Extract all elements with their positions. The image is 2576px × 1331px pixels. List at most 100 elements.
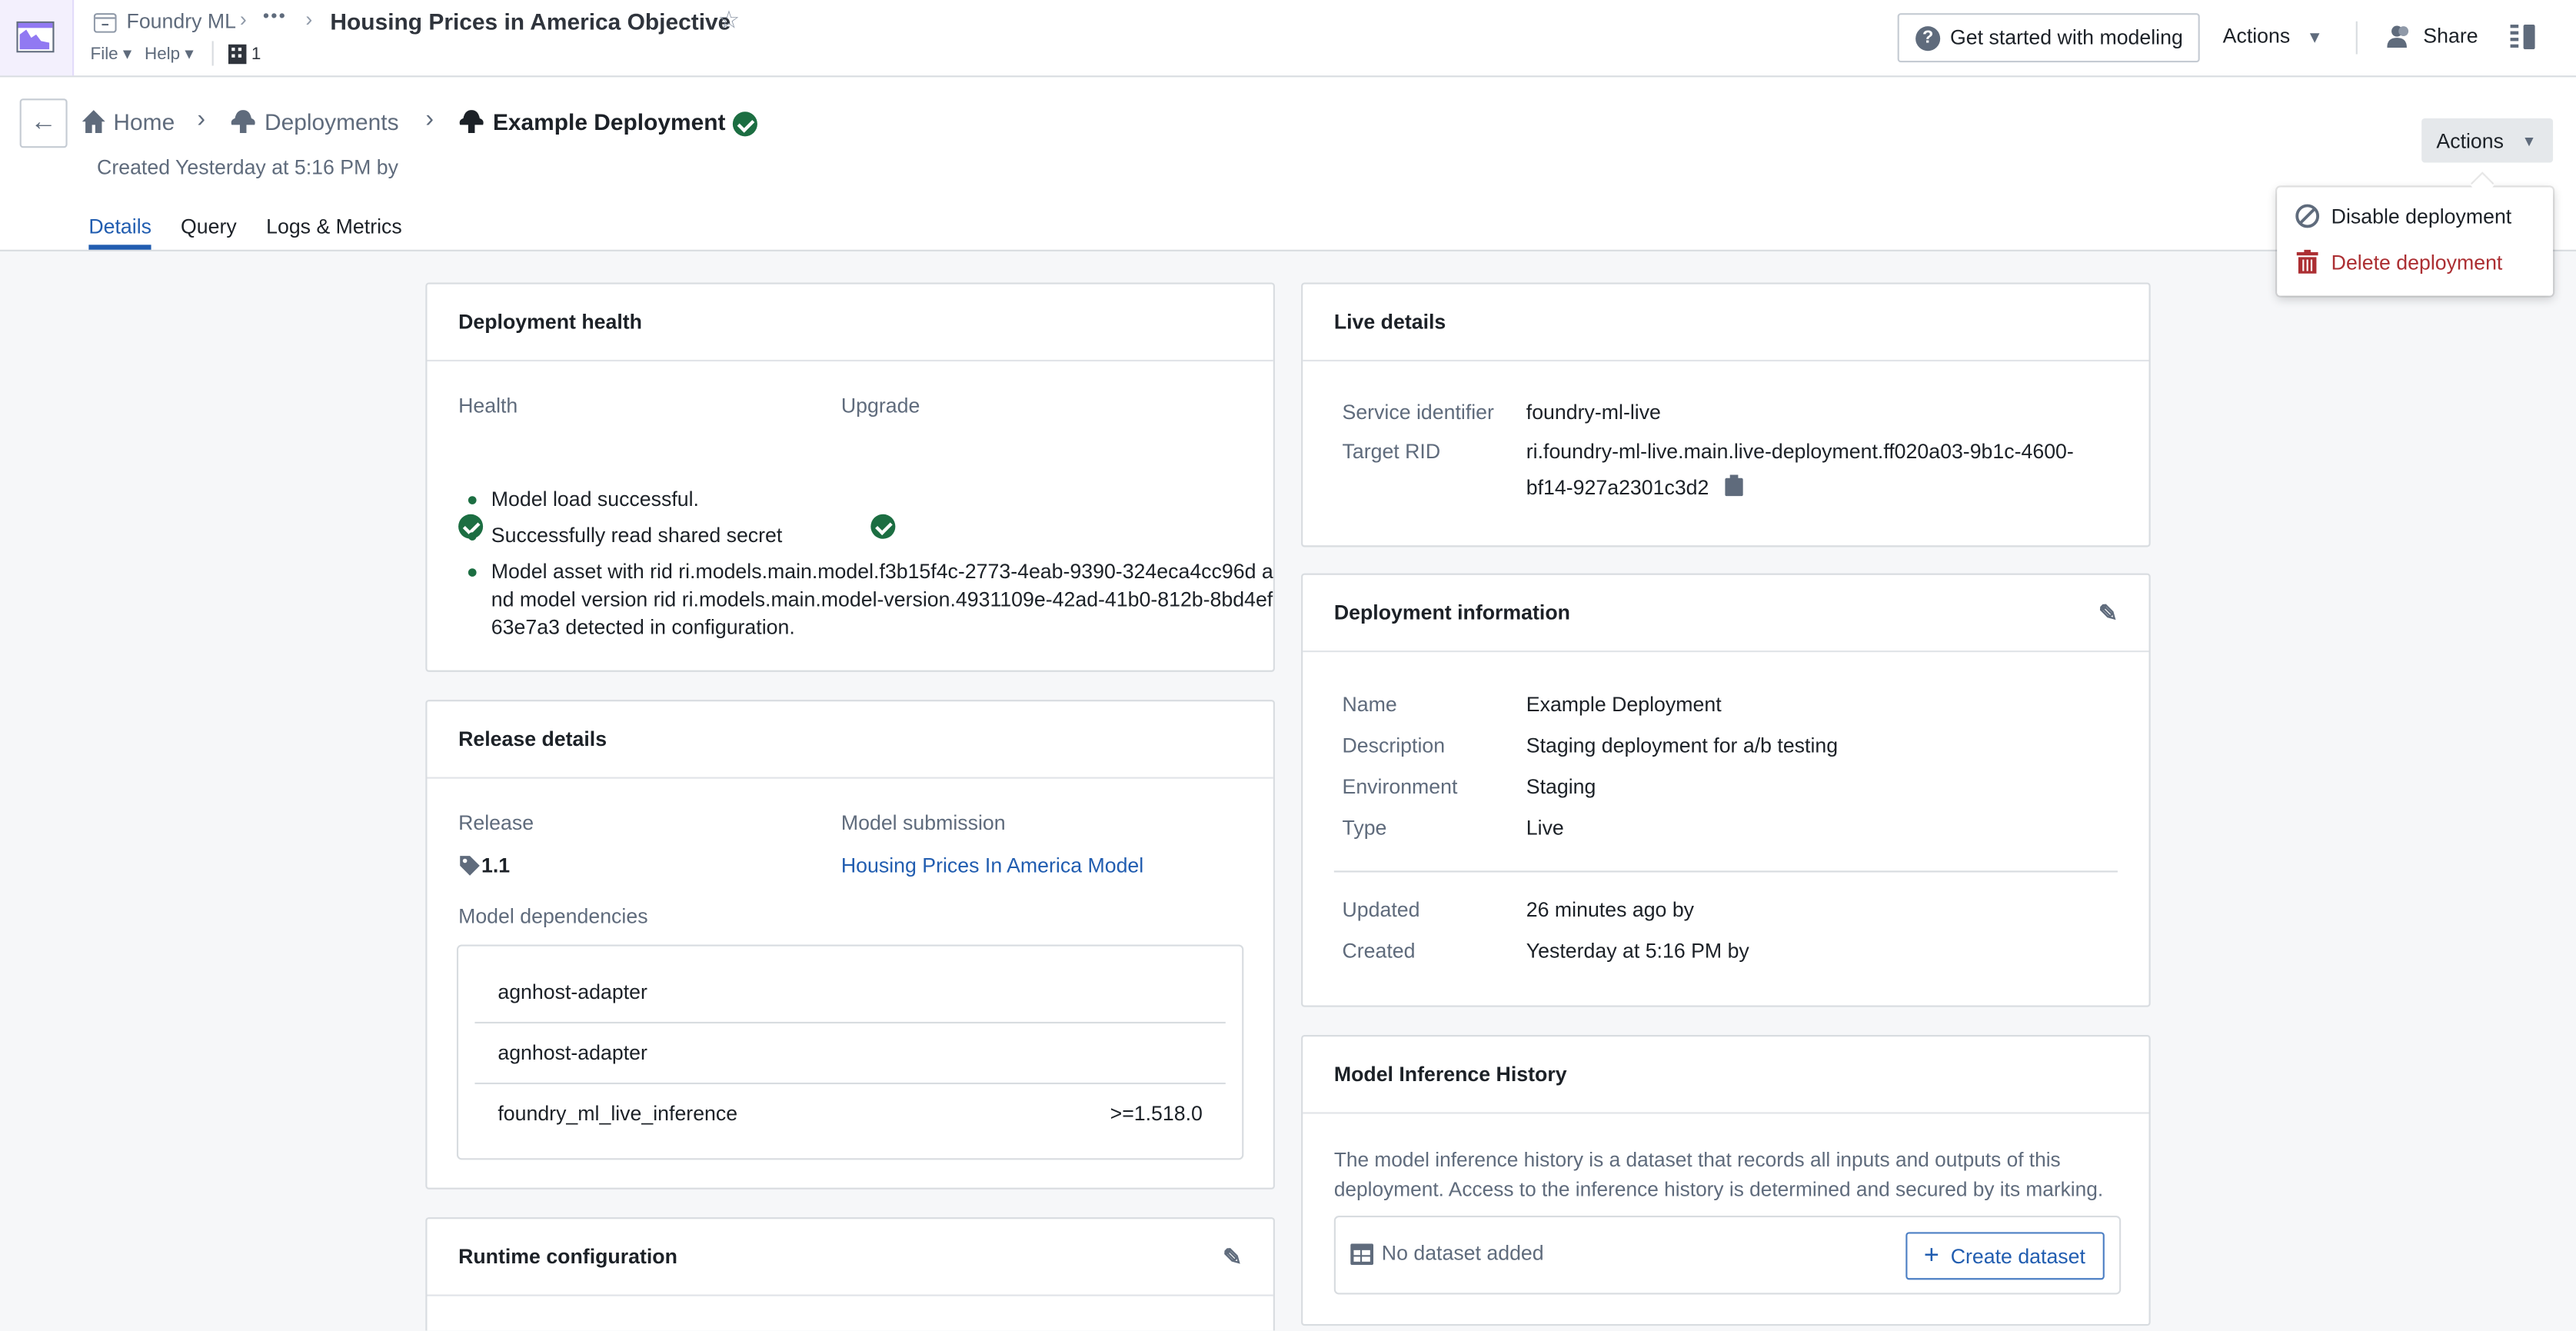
menu-item-delete-deployment[interactable]: Delete deployment [2295,249,2503,275]
no-dataset-label: No dataset added [1381,1242,1544,1266]
clipboard-icon[interactable] [1724,474,1743,497]
deployment-information-card: Deployment information ✎ Name Example Dep… [1301,573,2151,1007]
app-icon [16,21,55,53]
dependency-name: agnhost-adapter [498,1041,647,1065]
divider [1333,870,2118,873]
help-menu[interactable]: Help ▾ [145,45,194,65]
dependency-version: >=1.518.0 [1110,1102,1203,1126]
deployment-icon [231,110,255,134]
actions-label: Actions [2436,128,2504,152]
deployment-icon [459,110,484,134]
model-submission-link[interactable]: Housing Prices In America Model [841,854,1143,877]
health-message: Model asset with rid ri.models.main.mode… [468,558,1276,642]
created-info: Created Yesterday at 5:16 PM by [97,155,398,179]
people-icon [2387,25,2409,48]
create-dataset-label: Create dataset [1950,1244,2085,1268]
chevron-right-icon: › [239,8,247,32]
field-label: Environment [1342,775,1458,799]
health-message: Successfully read shared secret [468,522,1276,550]
dependency-row: agnhost-adapter [474,963,1226,1024]
get-started-button[interactable]: ? Get started with modeling [1897,13,2200,63]
top-actions-menu[interactable]: Actions ▼ [2223,25,2323,48]
field-value: Yesterday at 5:16 PM by [1526,940,1749,963]
caret-down-icon: ▼ [2521,131,2537,149]
file-menu[interactable]: File ▾ [91,45,132,65]
arrow-left-icon: ← [30,108,57,137]
chevron-right-icon: › [305,8,313,32]
tag-icon [460,856,480,876]
release-value: 1.1 [458,854,510,877]
dependency-row: foundry_ml_live_inference >=1.518.0 [474,1084,1225,1143]
file-menu-label: File [90,44,118,65]
edit-icon[interactable]: ✎ [1223,1243,1242,1270]
submission-label: Model submission [840,811,1006,835]
field-value: Staging [1526,775,1596,799]
health-messages: Model load successful. Successfully read… [458,486,1276,651]
tab-details[interactable]: Details [88,215,151,238]
release-version: 1.1 [481,854,511,877]
inference-description: The model inference history is a dataset… [1333,1148,2104,1201]
card-title: Deployment health [458,310,642,334]
dependencies-label: Model dependencies [458,905,648,929]
deployment-meta: Updated 26 minutes ago by Created Yesterda… [1343,899,2115,980]
divider [211,41,214,66]
health-label: Health [458,394,518,418]
dependency-row: agnhost-adapter [474,1023,1226,1085]
breadcrumb-deployments[interactable]: Deployments [265,108,399,135]
card-title: Release details [458,727,607,751]
field-label: Updated [1342,898,1420,922]
disable-icon [2295,204,2320,228]
caret-down-icon: ▼ [2306,29,2323,48]
release-details-card: Release details Release Model submission… [425,700,1275,1190]
release-label: Release [458,811,534,835]
breadcrumb-home[interactable]: Home [113,108,175,135]
divider [2355,21,2358,55]
page-title: Housing Prices in America Objective [330,8,731,35]
menu-item-label: Delete deployment [2331,250,2503,274]
field-value: 26 minutes ago by [1526,898,1695,922]
back-button[interactable]: ← [19,98,68,148]
field-value: Example Deployment [1526,693,1722,717]
app-tile[interactable] [0,0,75,76]
share-button[interactable]: Share [2387,25,2478,48]
actions-button[interactable]: Actions ▼ [2421,118,2554,163]
breadcrumb-ellipsis[interactable]: ••• [263,7,287,27]
sidebar-toggle-icon[interactable] [2510,25,2537,50]
tab-label: Details [88,215,152,238]
home-icon [82,110,105,134]
help-menu-label: Help [145,44,181,65]
share-label: Share [2423,25,2478,48]
menu-item-label: Disable deployment [2331,204,2512,228]
card-title: Deployment information [1333,601,1570,624]
star-icon[interactable]: ☆ [718,5,741,35]
success-check-icon [732,111,757,137]
tab-label: Query [181,215,237,238]
dependency-name: agnhost-adapter [498,980,647,1004]
building-icon [228,44,247,65]
chevron-right-icon: › [197,105,206,134]
dependencies-list: agnhost-adapter agnhost-adapter foundry_… [456,944,1244,1160]
breadcrumb-foundry-ml[interactable]: Foundry ML [127,10,237,33]
menu-item-disable-deployment[interactable]: Disable deployment [2295,204,2512,228]
no-dataset: No dataset added [1350,1242,1544,1266]
trash-icon [2296,249,2318,274]
active-tab-indicator [88,245,151,250]
plus-icon: + [1923,1241,1939,1269]
org-count[interactable]: 1 [251,45,261,65]
inference-history-card: Model Inference History The model infere… [1301,1034,2151,1326]
field-value: Live [1526,816,1564,840]
tab-query[interactable]: Query [181,215,237,238]
field-label: Target RID [1342,440,1441,464]
health-message: Model load successful. [468,486,1276,514]
live-details-fields: Service identifier foundry-ml-live Target… [1343,401,2115,522]
runtime-configuration-card: Runtime configuration ✎ [425,1217,1275,1331]
breadcrumb-current: Example Deployment [492,108,726,135]
edit-icon[interactable]: ✎ [2098,599,2118,627]
deployment-fields: Name Example Deployment Description Stagin… [1343,694,2115,858]
create-dataset-button[interactable]: + Create dataset [1905,1232,2105,1280]
card-title: Live details [1333,310,1446,334]
target-rid-value: ri.foundry-ml-live.main.live-deployment.… [1526,440,2074,500]
chevron-right-icon: › [425,105,434,134]
tab-logs-metrics[interactable]: Logs & Metrics [266,215,402,238]
top-actions-label: Actions [2222,25,2291,48]
